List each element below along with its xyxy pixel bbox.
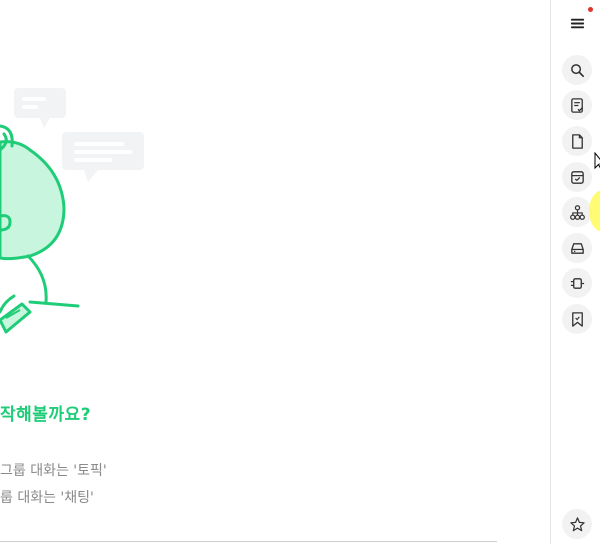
org-chart-button[interactable] xyxy=(562,197,592,227)
favorites-button[interactable] xyxy=(562,509,592,539)
character-head xyxy=(0,140,66,261)
hamburger-menu-icon xyxy=(570,18,584,28)
bookmark-icon xyxy=(571,311,583,327)
file-icon xyxy=(571,133,583,149)
search-icon xyxy=(570,63,584,77)
speech-bubble-large xyxy=(62,132,144,182)
character-body xyxy=(26,254,48,304)
divider xyxy=(0,541,497,542)
checklist-icon xyxy=(570,97,583,113)
org-chart-icon xyxy=(569,204,585,220)
empty-state-illustration xyxy=(0,88,144,334)
plug-connector-icon xyxy=(570,277,584,289)
main-panel: 작해볼까요? 그룹 대화는 '토픽' 룹 대화는 '채팅' xyxy=(0,0,550,544)
empty-state-headline: 작해볼까요? xyxy=(0,405,92,425)
star-icon xyxy=(569,516,585,531)
menu-button[interactable] xyxy=(562,8,592,38)
search-button[interactable] xyxy=(562,55,592,85)
tasks-button[interactable] xyxy=(562,90,592,120)
empty-state-description-line-1: 그룹 대화는 '토픽' xyxy=(0,463,107,479)
archive-box-icon xyxy=(570,170,584,184)
laptop xyxy=(0,302,32,334)
mouse-pointer-icon xyxy=(594,152,600,170)
storage-button[interactable] xyxy=(562,233,592,263)
drive-icon xyxy=(570,242,584,254)
bookmarks-button[interactable] xyxy=(562,304,592,334)
speech-bubble-small xyxy=(14,88,66,128)
archive-button[interactable] xyxy=(562,162,592,192)
files-button[interactable] xyxy=(562,126,592,156)
connector-button[interactable] xyxy=(562,268,592,298)
empty-state-description-line-2: 룹 대화는 '채팅' xyxy=(0,490,94,506)
notification-badge xyxy=(588,7,593,12)
